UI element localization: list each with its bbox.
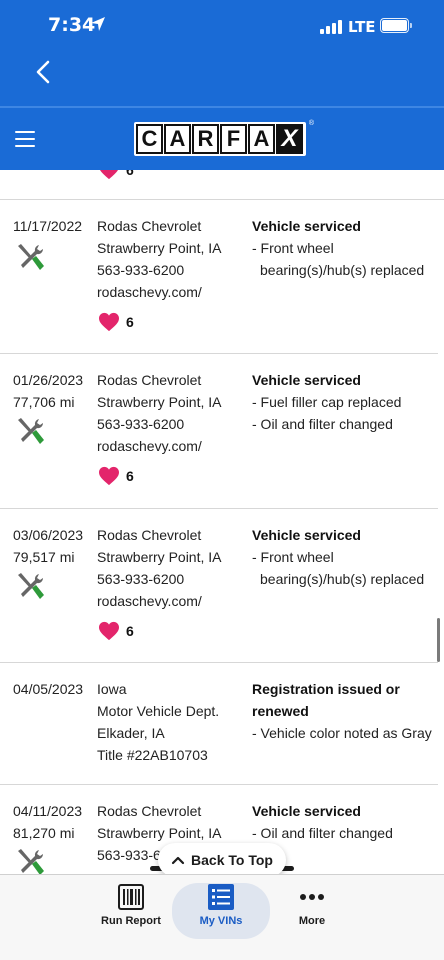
record-title: Vehicle serviced — [252, 527, 361, 543]
list-item: 6 — [0, 170, 444, 200]
location-arrow-icon — [91, 17, 105, 31]
tab-run-report[interactable]: Run Report — [81, 883, 181, 939]
heart-icon — [100, 170, 118, 180]
logo-letter: C — [136, 124, 163, 154]
chevron-up-icon — [171, 856, 185, 865]
app-header: C A R F A X ® — [0, 106, 444, 170]
wrench-screwdriver-icon — [18, 244, 44, 270]
back-to-top-button[interactable]: Back To Top — [158, 843, 286, 877]
record-date: 04/05/2023 — [13, 681, 84, 697]
logo-letter: R — [192, 124, 219, 154]
list-item: 03/06/2023 79,517 mi Rodas Chevrolet Str… — [0, 509, 438, 663]
record-detail: - Front wheel bearing(s)/hub(s) replaced — [252, 240, 425, 278]
logo-letter: A — [164, 124, 191, 154]
source-phone[interactable]: 563-933-6200 — [97, 413, 247, 435]
record-detail: - Vehicle color noted as Gray — [252, 725, 432, 741]
logo-letter: A — [248, 124, 275, 154]
list-item: 01/26/2023 77,706 mi Rodas Chevrolet Str… — [0, 354, 438, 509]
back-chevron-icon[interactable] — [30, 58, 58, 86]
top-bar: 7:34 LTE — [0, 0, 444, 106]
source-name: Iowa — [97, 681, 127, 697]
wrench-screwdriver-icon — [18, 849, 44, 874]
record-detail: - Fuel filler cap replaced — [252, 394, 402, 410]
source-location: Strawberry Point, IA — [97, 240, 222, 256]
tab-more[interactable]: More — [262, 883, 362, 939]
status-bar: 7:34 LTE — [0, 0, 444, 54]
tab-label: My VINs — [199, 915, 243, 927]
wrench-screwdriver-icon — [18, 418, 44, 444]
record-title: Vehicle serviced — [252, 218, 361, 234]
record-date: 01/26/2023 — [13, 372, 84, 388]
record-detail: - Front wheel bearing(s)/hub(s) replaced — [252, 549, 425, 587]
record-date: 11/17/2022 — [13, 218, 83, 234]
source-name: Rodas Chevrolet — [97, 803, 202, 819]
source-website[interactable]: rodaschevy.com/ — [97, 281, 247, 303]
history-list[interactable]: 6 11/17/2022 Rodas Chevrolet Strawberry … — [0, 170, 444, 874]
source-title-number: Title #22AB10703 — [97, 747, 208, 763]
list-item: 04/05/2023 Iowa Motor Vehicle Dept. Elka… — [0, 663, 438, 785]
logo-registered: ® — [308, 120, 314, 127]
record-mileage: 81,270 mi — [13, 825, 75, 841]
like-counter[interactable]: 6 — [98, 466, 134, 486]
list-icon — [208, 884, 234, 910]
source-website[interactable]: rodaschevy.com/ — [97, 435, 247, 457]
record-mileage: 77,706 mi — [13, 394, 75, 410]
tab-my-vins[interactable]: My VINs — [172, 883, 270, 939]
battery-icon — [380, 18, 412, 33]
like-counter[interactable]: 6 — [98, 170, 134, 180]
source-phone[interactable]: 563-933-6200 — [97, 568, 247, 590]
source-name: Rodas Chevrolet — [97, 218, 202, 234]
tab-label: Run Report — [101, 915, 161, 927]
heart-icon — [99, 466, 119, 486]
like-counter[interactable]: 6 — [98, 312, 134, 332]
like-counter[interactable]: 6 — [98, 621, 134, 641]
tab-label: More — [298, 915, 326, 927]
source-name: Rodas Chevrolet — [97, 527, 202, 543]
bottom-tab-bar: Run Report My VINs More — [0, 874, 444, 960]
record-detail: - Oil and filter changed — [252, 825, 393, 841]
record-detail: - Oil and filter changed — [252, 416, 393, 432]
status-time: 7:34 — [48, 14, 96, 36]
record-date: 03/06/2023 — [13, 527, 84, 543]
record-title: Vehicle serviced — [252, 803, 361, 819]
more-dots-icon — [300, 894, 324, 900]
heart-icon — [99, 621, 119, 641]
list-item: 11/17/2022 Rodas Chevrolet Strawberry Po… — [0, 200, 438, 354]
network-label: LTE — [348, 18, 376, 36]
source-phone[interactable]: 563-933-6200 — [97, 259, 247, 281]
record-date: 04/11/2023 — [13, 803, 83, 819]
barcode-scan-icon — [118, 884, 144, 910]
source-website[interactable]: rodaschevy.com/ — [97, 590, 247, 612]
record-title: Vehicle serviced — [252, 372, 361, 388]
source-location: Strawberry Point, IA — [97, 549, 222, 565]
heart-icon — [99, 312, 119, 332]
source-location: Strawberry Point, IA — [97, 825, 222, 841]
record-mileage: 79,517 mi — [13, 549, 75, 565]
scrollbar[interactable] — [437, 618, 440, 662]
logo-letter: X — [276, 124, 303, 154]
source-city: Elkader, IA — [97, 725, 165, 741]
source-location: Motor Vehicle Dept. — [97, 703, 220, 719]
logo-letter: F — [220, 124, 247, 154]
back-to-top-label: Back To Top — [191, 852, 273, 868]
source-name: Rodas Chevrolet — [97, 372, 202, 388]
carfax-logo: C A R F A X ® — [134, 120, 314, 156]
record-title: Registration issued or renewed — [252, 681, 400, 719]
signal-icon — [320, 20, 344, 34]
menu-icon[interactable] — [15, 131, 35, 147]
source-location: Strawberry Point, IA — [97, 394, 222, 410]
wrench-screwdriver-icon — [18, 573, 44, 599]
